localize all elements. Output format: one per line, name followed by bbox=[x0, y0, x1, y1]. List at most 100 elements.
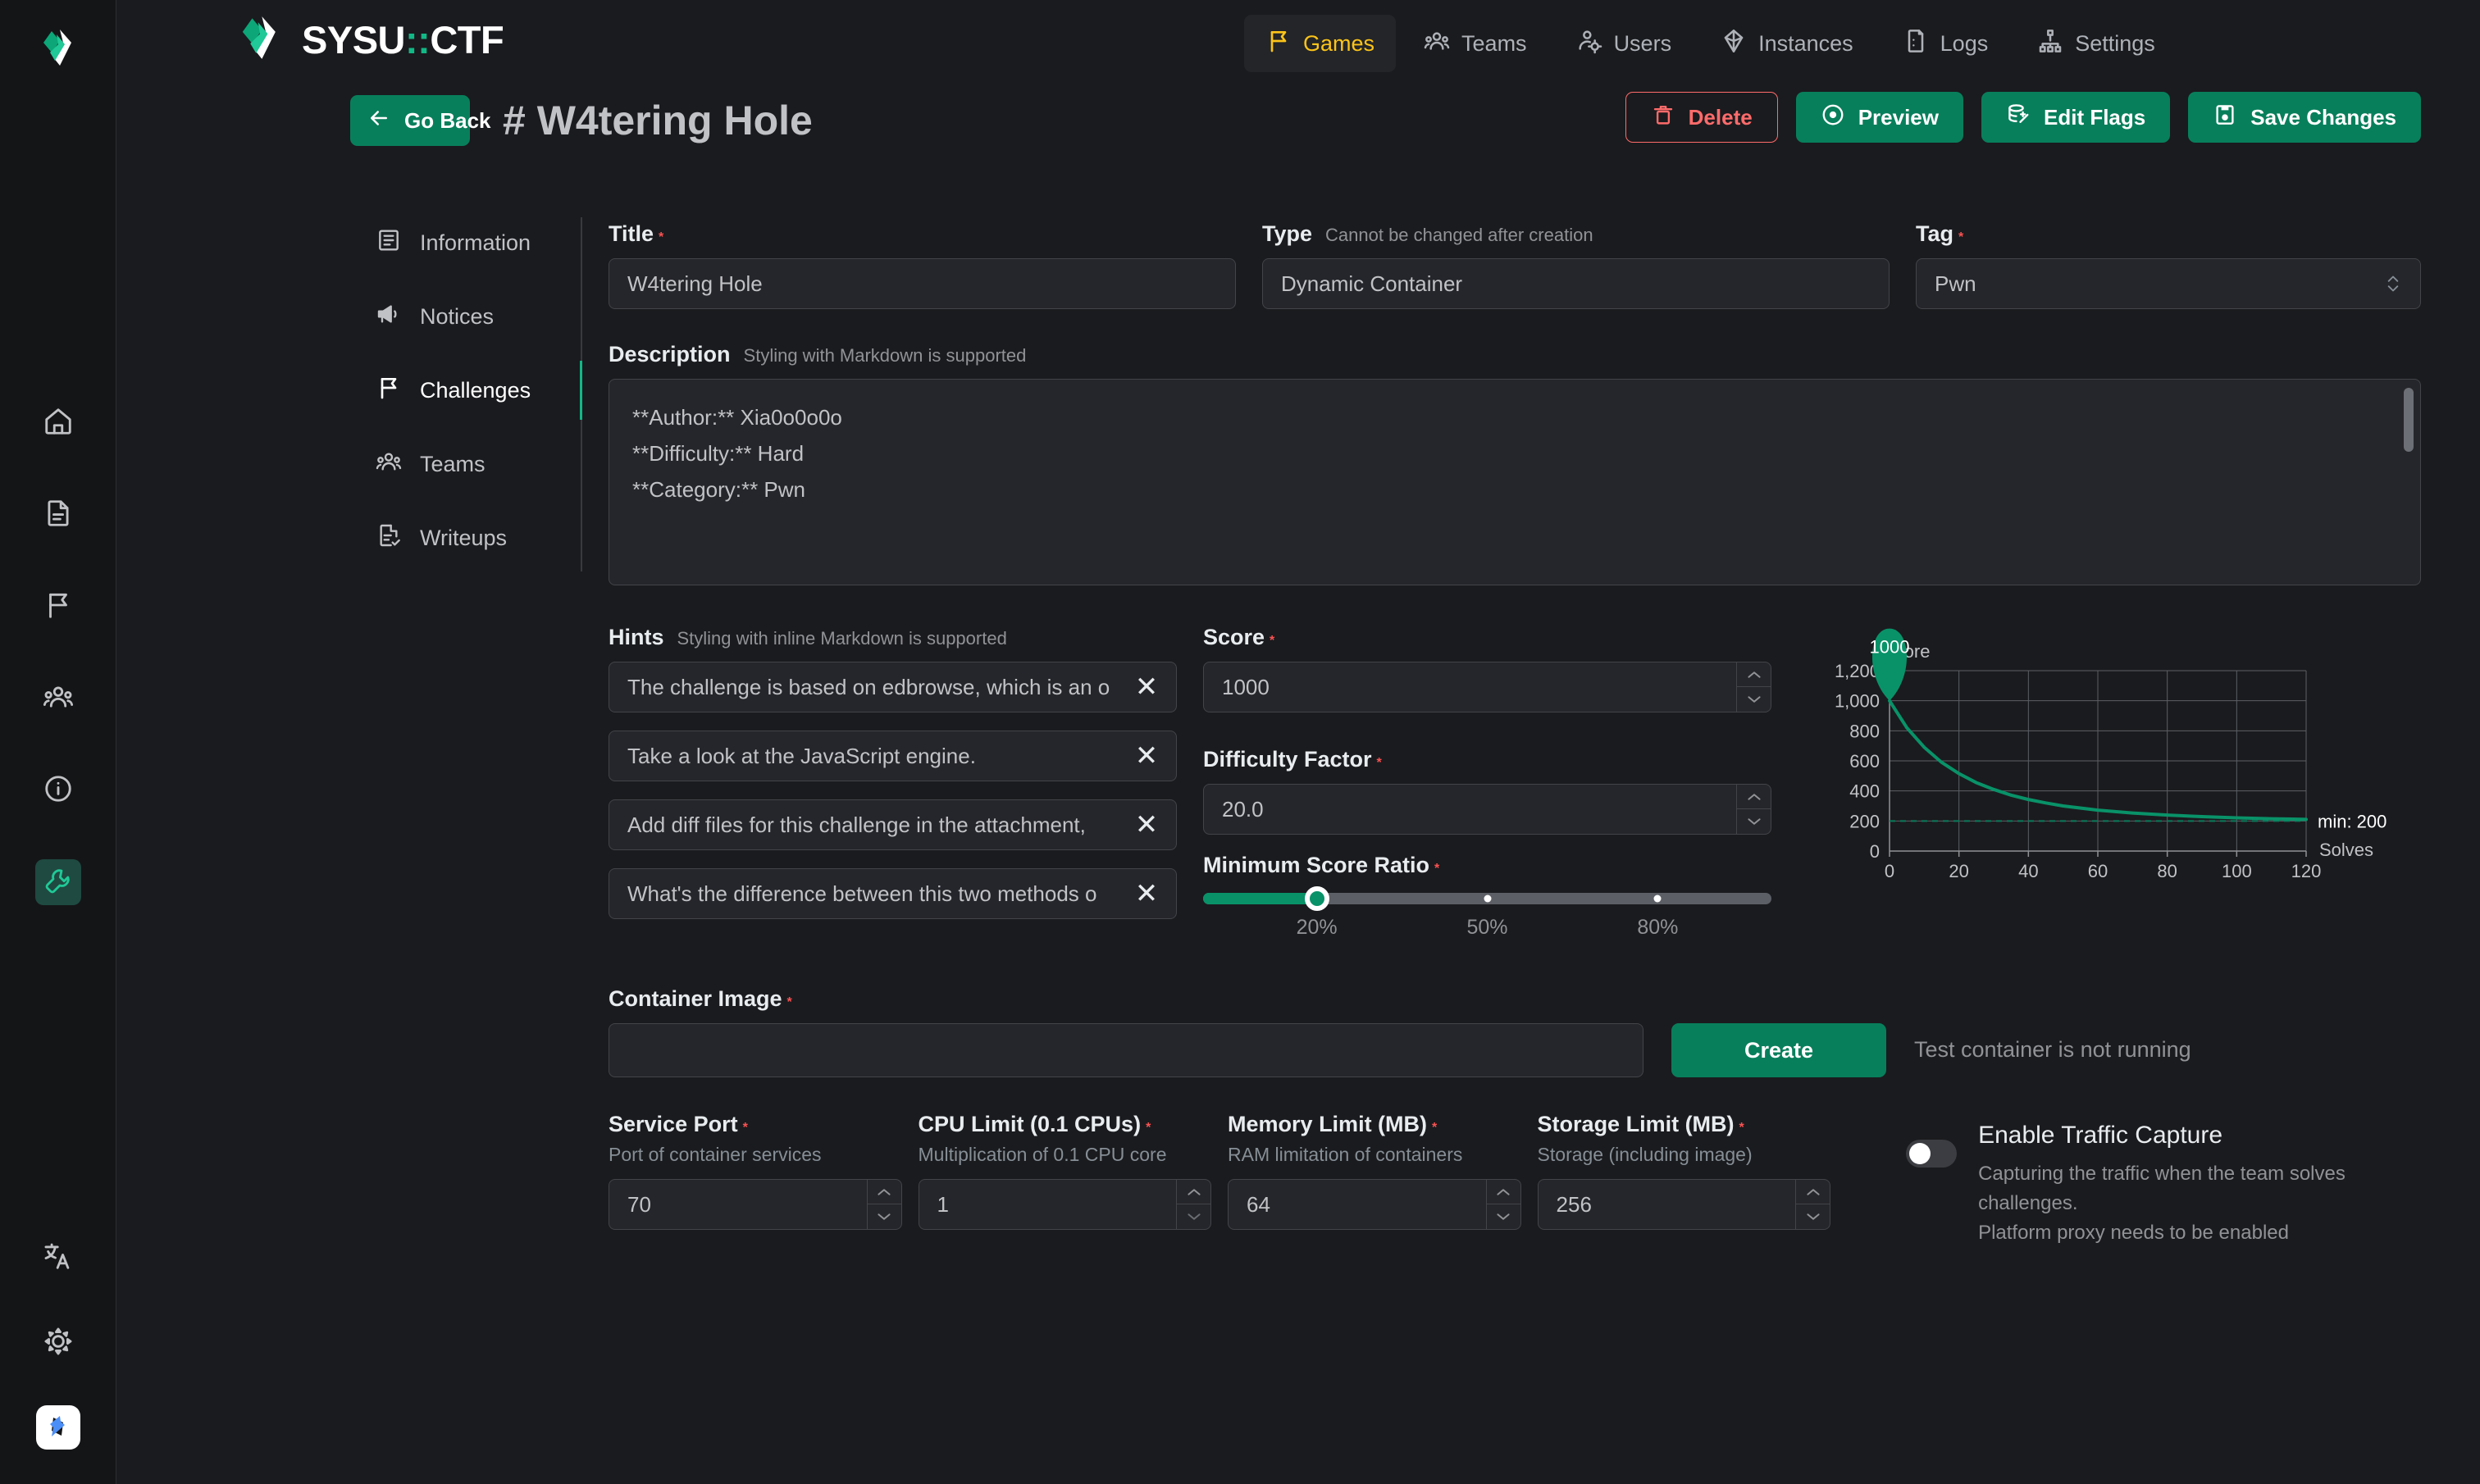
scrollbar-thumb[interactable] bbox=[2404, 388, 2414, 452]
chevron-down-icon[interactable] bbox=[1796, 1204, 1830, 1229]
delete-button[interactable]: Delete bbox=[1625, 92, 1778, 143]
sidebar-item-teams[interactable]: Teams bbox=[344, 439, 581, 489]
rail-item-language[interactable] bbox=[35, 1235, 81, 1281]
save-changes-button[interactable]: Save Changes bbox=[2188, 92, 2421, 143]
rail-item-about[interactable] bbox=[35, 767, 81, 813]
chevron-up-icon[interactable] bbox=[868, 1180, 901, 1204]
hint-input[interactable]: Add diff files for this challenge in the… bbox=[609, 799, 1177, 850]
slider-thumb[interactable] bbox=[1305, 886, 1329, 911]
rail-item-theme[interactable] bbox=[35, 1320, 81, 1366]
close-icon[interactable]: ✕ bbox=[1133, 880, 1160, 908]
close-icon[interactable]: ✕ bbox=[1133, 673, 1160, 701]
nav-item-games[interactable]: Games bbox=[1244, 15, 1396, 72]
preview-button[interactable]: Preview bbox=[1796, 92, 1963, 143]
difficulty-factor-input[interactable]: 20.0 bbox=[1203, 784, 1771, 835]
chevron-down-icon[interactable] bbox=[1487, 1204, 1520, 1229]
trash-icon bbox=[1651, 102, 1675, 133]
chevron-down-icon[interactable] bbox=[868, 1204, 901, 1229]
hints-group: HintsStyling with inline Markdown is sup… bbox=[609, 625, 1177, 949]
rail-item-teams[interactable] bbox=[35, 676, 81, 722]
scoring-group: Score* 1000 Difficulty Factor* bbox=[1203, 625, 1771, 949]
sidebar-item-label: Notices bbox=[420, 304, 494, 330]
hint-item: What's the difference between this two m… bbox=[609, 868, 1177, 919]
sidebar-item-notices[interactable]: Notices bbox=[344, 291, 581, 342]
nav-item-logs[interactable]: Logs bbox=[1881, 15, 2010, 72]
tag-select[interactable]: Pwn bbox=[1916, 258, 2421, 309]
nav-item-instances[interactable]: Instances bbox=[1699, 15, 1875, 72]
memory-limit-input[interactable]: 64 bbox=[1228, 1179, 1521, 1230]
traffic-capture-text: Enable Traffic Capture Capturing the tra… bbox=[1978, 1122, 2421, 1248]
sidebar-item-writeups[interactable]: Writeups bbox=[344, 512, 581, 563]
hint-input[interactable]: What's the difference between this two m… bbox=[609, 868, 1177, 919]
hint-input[interactable]: The challenge is based on edbrowse, whic… bbox=[609, 662, 1177, 712]
traffic-capture-toggle[interactable] bbox=[1906, 1140, 1957, 1168]
slider-mark-label: 50% bbox=[1466, 916, 1507, 940]
storage-limit-input[interactable]: 256 bbox=[1538, 1179, 1831, 1230]
score-input[interactable]: 1000 bbox=[1203, 662, 1771, 712]
required-marker: * bbox=[1434, 862, 1439, 876]
service-port-input[interactable]: 70 bbox=[609, 1179, 902, 1230]
title-input[interactable]: W4tering Hole bbox=[609, 258, 1236, 309]
title-label-wrap: Title* bbox=[609, 221, 1236, 247]
app-logo-icon[interactable] bbox=[35, 25, 81, 71]
edit-flags-button[interactable]: Edit Flags bbox=[1981, 92, 2170, 143]
svg-text:600: 600 bbox=[1849, 751, 1880, 772]
chevron-up-icon[interactable] bbox=[1737, 785, 1771, 809]
chevron-up-icon[interactable] bbox=[1177, 1180, 1210, 1204]
required-marker: * bbox=[787, 995, 792, 1009]
minimum-score-ratio-slider[interactable] bbox=[1203, 893, 1771, 904]
close-icon[interactable]: ✕ bbox=[1133, 811, 1160, 839]
chart-x-axis-title: Solves bbox=[2319, 840, 2373, 860]
memory-limit-number-field: 64 bbox=[1228, 1179, 1521, 1230]
tag-field-group: Tag* Pwn bbox=[1916, 221, 2421, 309]
svg-text:400: 400 bbox=[1849, 781, 1880, 802]
nav-item-teams[interactable]: Teams bbox=[1402, 15, 1548, 72]
sidebar-item-information[interactable]: Information bbox=[344, 217, 581, 268]
brand[interactable]: SYSU::CTF bbox=[233, 11, 504, 69]
nav-item-users[interactable]: Users bbox=[1555, 15, 1694, 72]
chevron-up-icon[interactable] bbox=[1737, 662, 1771, 687]
chevron-up-icon[interactable] bbox=[1796, 1180, 1830, 1204]
description-textarea[interactable]: **Author:** Xia0o0o0o **Difficulty:** Ha… bbox=[609, 379, 2421, 585]
nav-label: Teams bbox=[1461, 31, 1527, 57]
rail-item-games[interactable] bbox=[35, 584, 81, 630]
hint-input[interactable]: Take a look at the JavaScript engine. bbox=[609, 731, 1177, 781]
sidebar-item-challenges[interactable]: Challenges bbox=[344, 365, 581, 416]
create-container-button[interactable]: Create bbox=[1671, 1023, 1886, 1077]
container-image-input[interactable] bbox=[609, 1023, 1643, 1077]
flag-icon bbox=[43, 590, 74, 625]
nav-item-settings[interactable]: Settings bbox=[2016, 15, 2177, 72]
cpu-limit-input[interactable]: 1 bbox=[919, 1179, 1212, 1230]
required-marker: * bbox=[1377, 756, 1382, 770]
chevron-down-icon[interactable] bbox=[1177, 1204, 1210, 1229]
svg-text:80: 80 bbox=[2157, 861, 2177, 881]
hint-item: Take a look at the JavaScript engine. ✕ bbox=[609, 731, 1177, 781]
chevron-down-icon[interactable] bbox=[1737, 809, 1771, 834]
page-title: # W4tering Hole bbox=[503, 97, 813, 144]
close-icon[interactable]: ✕ bbox=[1133, 742, 1160, 770]
storage-limit-number-field: 256 bbox=[1538, 1179, 1831, 1230]
slider-marks: 20%50%80% bbox=[1203, 916, 1771, 949]
chevron-up-icon[interactable] bbox=[1487, 1180, 1520, 1204]
svg-text:0: 0 bbox=[1870, 841, 1880, 862]
flag-icon bbox=[376, 375, 402, 407]
rail-item-documents[interactable] bbox=[35, 492, 81, 538]
traffic-capture-group: Enable Traffic Capture Capturing the tra… bbox=[1906, 1112, 2421, 1248]
rail-item-admin[interactable] bbox=[35, 859, 81, 905]
brand-name-sep: :: bbox=[405, 18, 430, 61]
nav-label: Settings bbox=[2075, 31, 2155, 57]
chevron-down-icon[interactable] bbox=[1737, 687, 1771, 712]
team-icon bbox=[1424, 28, 1450, 60]
svg-text:40: 40 bbox=[2018, 861, 2038, 881]
slider-mark-label: 80% bbox=[1637, 916, 1678, 940]
info-icon bbox=[43, 773, 74, 808]
middle-section: HintsStyling with inline Markdown is sup… bbox=[609, 625, 2421, 949]
cpu-limit-group: CPU Limit (0.1 CPUs)* Multiplication of … bbox=[919, 1112, 1212, 1230]
rail-item-home[interactable] bbox=[35, 400, 81, 446]
avatar[interactable] bbox=[36, 1405, 80, 1450]
main-area: SYSU::CTF Games Teams Users bbox=[116, 0, 2480, 1484]
go-back-button[interactable]: Go Back bbox=[350, 95, 470, 146]
required-marker: * bbox=[743, 1121, 748, 1135]
traffic-capture-sub-2: Platform proxy needs to be enabled bbox=[1978, 1218, 2421, 1248]
required-marker: * bbox=[1432, 1121, 1437, 1135]
